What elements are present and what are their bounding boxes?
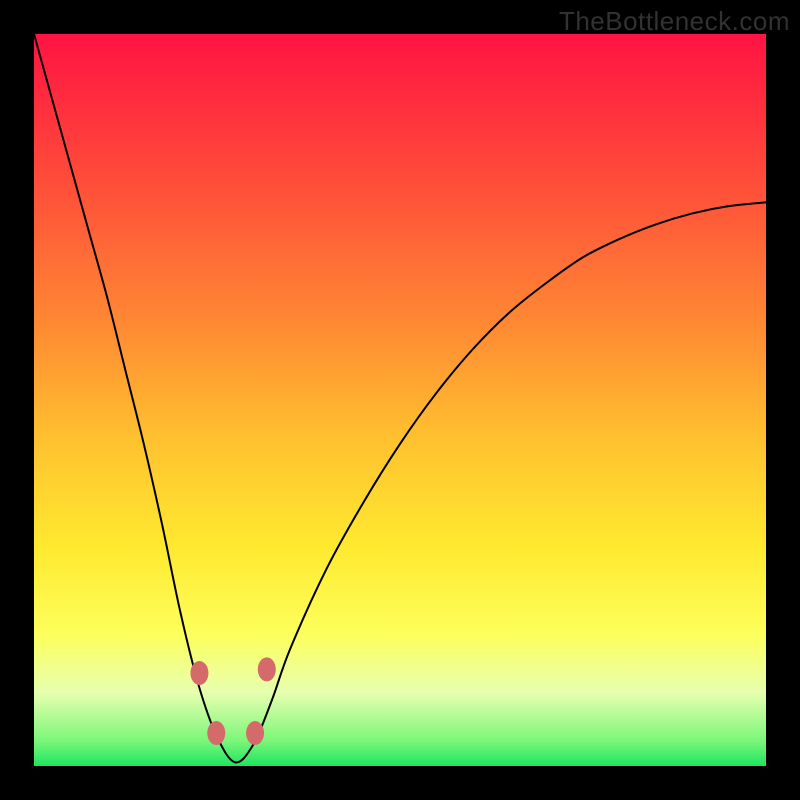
bottleneck-marker: [207, 721, 225, 745]
chart-background: [34, 34, 766, 766]
chart-plot: [34, 34, 766, 766]
chart-container: TheBottleneck.com: [0, 0, 800, 800]
bottleneck-marker: [246, 721, 264, 745]
watermark-text: TheBottleneck.com: [559, 6, 790, 37]
bottleneck-marker: [190, 661, 208, 685]
bottleneck-marker: [258, 657, 276, 681]
